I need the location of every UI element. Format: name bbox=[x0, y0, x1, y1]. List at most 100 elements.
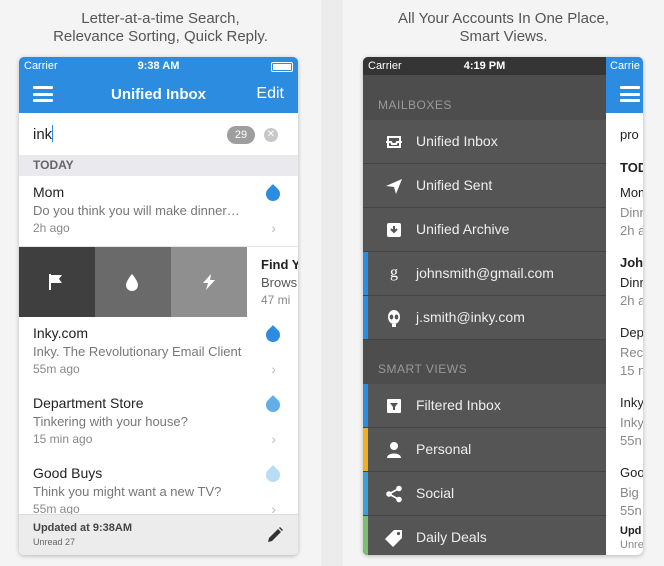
mail-time: 47 mi bbox=[261, 293, 291, 307]
status-bar: Carrier 4:19 PM bbox=[363, 57, 606, 75]
peeking-inbox[interactable]: Carrie pro TOD Mom Dinn 2h a John Dinn 2h a Dep R… bbox=[606, 57, 643, 555]
peek-text: Inky bbox=[620, 395, 643, 410]
mail-preview: Think you might want a new TV? bbox=[33, 484, 222, 499]
sidebar-item-personal[interactable]: Personal bbox=[363, 428, 606, 472]
mail-time: 55m ago bbox=[33, 362, 80, 376]
compose-icon[interactable] bbox=[266, 526, 284, 544]
mail-sender: Inky.com bbox=[33, 325, 88, 341]
mail-time: 2h ago bbox=[33, 221, 70, 235]
sidebar-item-unified-sent[interactable]: Unified Sent bbox=[363, 164, 606, 208]
sidebar-item-filtered-inbox[interactable]: Filtered Inbox bbox=[363, 384, 606, 428]
sidebar-item-inky-account[interactable]: j.smith@inky.com bbox=[363, 296, 606, 340]
relevance-drop-icon bbox=[263, 184, 283, 204]
relevance-drop-icon bbox=[263, 465, 283, 485]
sidebar-item-daily-deals[interactable]: Daily Deals bbox=[363, 516, 606, 555]
peek-text: Inky bbox=[620, 415, 643, 430]
sidebar-item-label: Personal bbox=[416, 441, 472, 457]
mail-time: 15 min ago bbox=[33, 432, 93, 446]
mail-sender: Mom bbox=[33, 184, 65, 200]
chevron-right-icon: › bbox=[271, 361, 276, 377]
clear-search-icon[interactable]: ✕ bbox=[264, 128, 278, 142]
peek-text: Rec bbox=[620, 345, 643, 360]
peek-status-bar: Carrie bbox=[606, 57, 643, 75]
bolt-icon bbox=[203, 274, 215, 290]
archive-icon bbox=[387, 223, 401, 237]
status-time: 9:38 AM bbox=[137, 60, 180, 72]
sidebar-item-label: j.smith@inky.com bbox=[416, 309, 525, 325]
peek-text: 55n bbox=[620, 433, 642, 448]
sidebar-item-unified-archive[interactable]: Unified Archive bbox=[363, 208, 606, 252]
unread-count: Unread 27 bbox=[33, 537, 76, 547]
edit-button[interactable]: Edit bbox=[256, 85, 284, 103]
caption-line: Letter-at-a-time Search, bbox=[81, 10, 240, 27]
view-accent-bar bbox=[363, 384, 368, 427]
relevance-action-button[interactable] bbox=[95, 247, 171, 317]
quick-reply-action-button[interactable] bbox=[171, 247, 247, 317]
inbox-footer: Updated at 9:38AM Unread 27 bbox=[19, 514, 298, 555]
sidebar-item-label: Daily Deals bbox=[416, 529, 487, 545]
view-accent-bar bbox=[363, 428, 368, 471]
peek-text: 55n bbox=[620, 503, 642, 518]
smart-views-header: SMART VIEWS bbox=[378, 362, 468, 376]
left-caption: Letter-at-a-time Search, Relevance Sorti… bbox=[0, 10, 321, 46]
alien-icon bbox=[388, 310, 400, 327]
flag-icon bbox=[49, 274, 62, 290]
mail-sender: Find Y bbox=[261, 257, 298, 272]
account-accent-bar bbox=[363, 252, 368, 295]
status-bar: Carrier 9:38 AM bbox=[19, 57, 298, 75]
peek-text: Goo bbox=[620, 465, 643, 480]
peek-text: John bbox=[620, 255, 643, 270]
swiped-mail-content: Find Y Brows 47 mi bbox=[247, 247, 298, 317]
search-query: ink bbox=[33, 126, 53, 143]
menu-icon[interactable] bbox=[620, 86, 640, 102]
sidebar-item-label: Unified Sent bbox=[416, 177, 493, 193]
mail-preview: Do you think you will make dinner… bbox=[33, 203, 240, 218]
sidebar-item-social[interactable]: Social bbox=[363, 472, 606, 516]
battery-icon bbox=[271, 62, 293, 72]
chevron-right-icon: › bbox=[271, 220, 276, 236]
peek-text: Mom bbox=[620, 185, 643, 200]
mail-list-item[interactable]: Department Store Tinkering with your hou… bbox=[19, 387, 298, 458]
peek-text: Dep bbox=[620, 325, 643, 340]
panel-divider bbox=[321, 0, 343, 566]
nav-bar: Unified Inbox Edit bbox=[19, 75, 298, 113]
mail-preview: Inky. The Revolutionary Email Client bbox=[33, 344, 242, 359]
chevron-right-icon: › bbox=[271, 431, 276, 447]
peek-text: 15 n bbox=[620, 363, 643, 378]
peek-text: Unre bbox=[620, 539, 643, 551]
mail-list-item[interactable]: Inky.com Inky. The Revolutionary Email C… bbox=[19, 317, 298, 388]
send-icon bbox=[386, 179, 402, 194]
peek-text: Dinn bbox=[620, 205, 643, 220]
right-screenshot-panel: All Your Accounts In One Place, Smart Vi… bbox=[343, 0, 664, 566]
caption-line: Relevance Sorting, Quick Reply. bbox=[53, 28, 268, 45]
drop-icon bbox=[126, 274, 138, 291]
section-header-today: TODAY bbox=[19, 155, 298, 176]
search-input[interactable]: ink bbox=[33, 125, 54, 143]
mailboxes-header: MAILBOXES bbox=[378, 98, 452, 112]
mail-sender: Good Buys bbox=[33, 465, 103, 481]
flag-action-button[interactable] bbox=[19, 247, 95, 317]
sidebar-item-label: Social bbox=[416, 485, 455, 501]
sidebar-menu: MAILBOXES Unified Inbox Unified Sent Uni… bbox=[363, 75, 606, 555]
relevance-drop-icon bbox=[263, 325, 283, 345]
google-icon: g bbox=[390, 264, 398, 281]
relevance-drop-icon bbox=[263, 395, 283, 415]
sidebar-item-gmail-account[interactable]: g johnsmith@gmail.com bbox=[363, 252, 606, 296]
sidebar-item-label: Unified Archive bbox=[416, 221, 510, 237]
peek-text: Big bbox=[620, 485, 639, 500]
peek-text: pro bbox=[620, 127, 639, 142]
mail-list-item[interactable]: Mom Do you think you will make dinner… 2… bbox=[19, 176, 298, 247]
sidebar-item-label: johnsmith@gmail.com bbox=[416, 265, 554, 281]
peek-text: Upd bbox=[620, 525, 642, 537]
inbox-icon bbox=[386, 136, 402, 148]
peek-text: Dinn bbox=[620, 275, 643, 290]
updated-time: Updated at 9:38AM bbox=[33, 522, 133, 534]
left-screenshot-panel: Letter-at-a-time Search, Relevance Sorti… bbox=[0, 0, 321, 566]
peek-text: 2h a bbox=[620, 223, 643, 238]
mail-preview: Brows bbox=[261, 275, 298, 290]
mail-preview: Tinkering with your house? bbox=[33, 414, 188, 429]
swiped-mail-row: Find Y Brows 47 mi bbox=[19, 247, 298, 317]
sidebar-item-unified-inbox[interactable]: Unified Inbox bbox=[363, 120, 606, 164]
sidebar-item-label: Filtered Inbox bbox=[416, 397, 501, 413]
sidebar-item-label: Unified Inbox bbox=[416, 133, 498, 149]
